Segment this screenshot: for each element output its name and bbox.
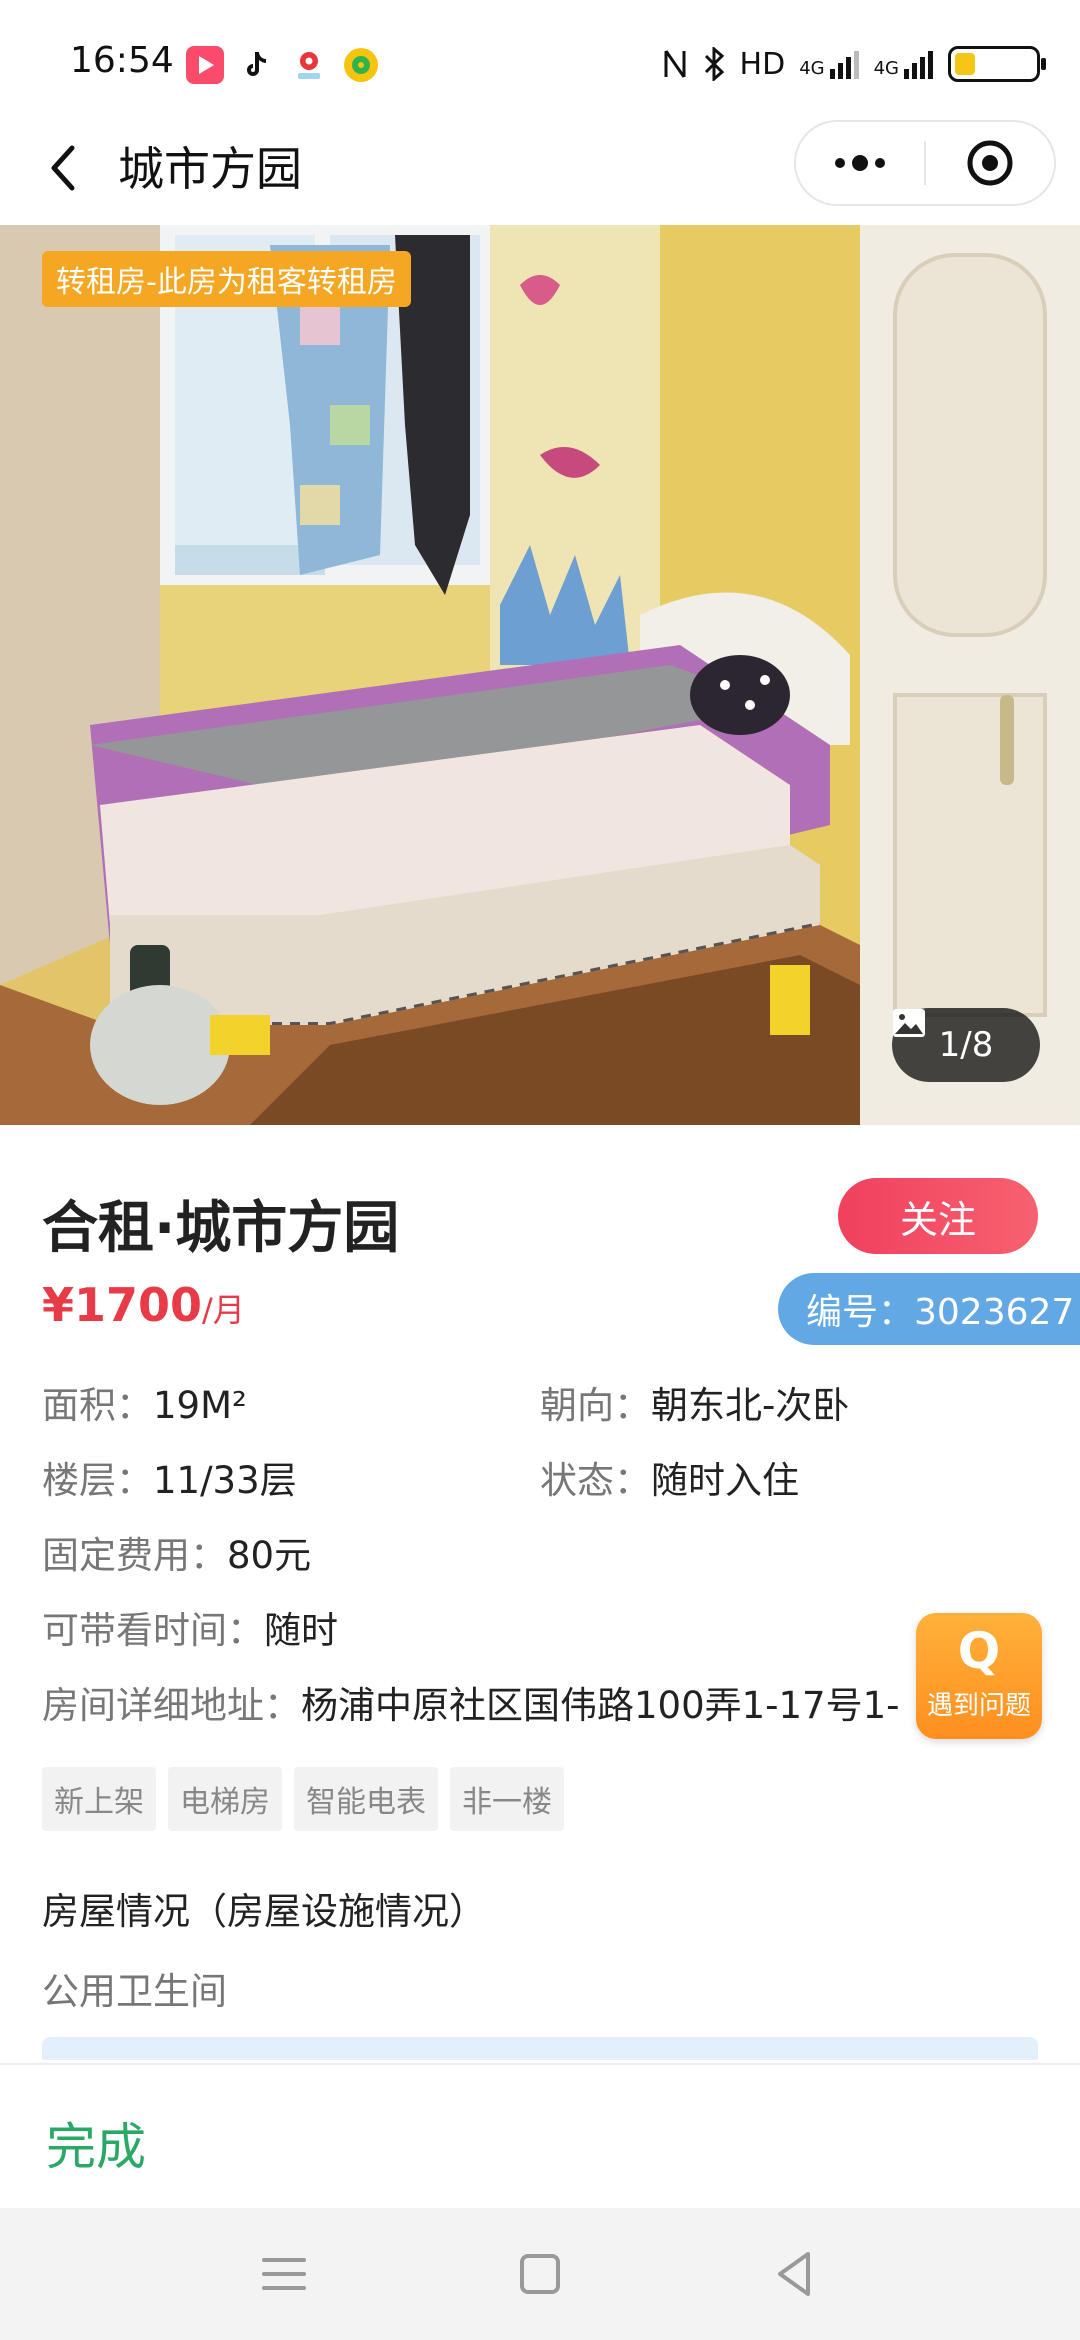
bottom-action-bar: 完成 xyxy=(0,2063,1080,2208)
attr-address: 房间详细地址：杨浦中原社区国伟路100弄1-17号1- xyxy=(42,1675,1042,1729)
home-square-icon[interactable] xyxy=(510,2246,570,2302)
map-pin-app-icon xyxy=(290,46,328,84)
more-button[interactable] xyxy=(796,122,924,204)
attr-viewing-time: 可带看时间：随时 xyxy=(42,1600,338,1654)
video-app-icon xyxy=(186,46,224,84)
status-bar: 16:54 HD 4G 4G xyxy=(0,0,1080,120)
attr-area-value: 19M² xyxy=(153,1384,247,1427)
music-app-icon xyxy=(342,46,380,84)
signal-4g-2: 4G xyxy=(874,49,934,79)
listing-id-badge: 编号：3023627 xyxy=(778,1273,1080,1345)
close-miniprogram-button[interactable] xyxy=(926,122,1054,204)
attr-address-key: 房间详细地址： xyxy=(42,1684,301,1727)
facilities-section-title: 房屋情况（房屋设施情况） xyxy=(42,1890,486,1933)
feature-tag: 智能电表 xyxy=(294,1767,438,1831)
tiktok-icon xyxy=(238,46,276,84)
attr-fee-key: 固定费用： xyxy=(42,1534,227,1577)
back-arrow-icon[interactable] xyxy=(40,138,90,198)
menu-icon[interactable] xyxy=(254,2246,314,2302)
target-close-icon xyxy=(967,140,1013,186)
notification-icons xyxy=(186,46,380,84)
price-amount: ¥1700 xyxy=(42,1278,203,1332)
price: ¥1700/月 xyxy=(42,1278,245,1332)
attr-status-key: 状态： xyxy=(540,1459,651,1502)
image-icon xyxy=(893,1009,925,1037)
miniprogram-capsule xyxy=(794,120,1056,206)
feature-tag: 非一楼 xyxy=(450,1767,564,1831)
feature-tags: 新上架 电梯房 智能电表 非一楼 xyxy=(42,1767,564,1831)
attr-status: 状态：随时入住 xyxy=(540,1450,799,1504)
listing-title: 合租·城市方园 xyxy=(42,1196,400,1261)
listing-details: 合租·城市方园 关注 ¥1700/月 编号：3023627 面积：19M² 朝向… xyxy=(0,1125,1080,2060)
network-label-1: 4G xyxy=(799,58,825,79)
room-photo-gallery[interactable]: 转租房-此房为租客转租房 1/8 xyxy=(0,225,1080,1125)
attr-floor: 楼层：11/33层 xyxy=(42,1450,297,1504)
battery-icon xyxy=(948,46,1046,82)
room-photo xyxy=(0,225,1080,1125)
help-label: 遇到问题 xyxy=(926,1691,1031,1721)
battery-fill xyxy=(955,53,975,75)
feature-tag: 新上架 xyxy=(42,1767,156,1831)
signal-4g-1: 4G xyxy=(799,49,859,79)
photo-counter-text: 1/8 xyxy=(938,1025,994,1065)
attr-orientation: 朝向：朝东北-次卧 xyxy=(540,1375,849,1429)
attr-fee-value: 80元 xyxy=(227,1534,312,1577)
report-problem-button[interactable]: Q 遇到问题 xyxy=(916,1613,1042,1739)
attr-area: 面积：19M² xyxy=(42,1375,247,1429)
system-nav-bar xyxy=(0,2208,1080,2340)
attr-viewing-key: 可带看时间： xyxy=(42,1609,264,1652)
sublet-tag: 转租房-此房为租客转租房 xyxy=(42,251,411,307)
more-dots-icon xyxy=(835,155,885,171)
status-time: 16:54 xyxy=(70,40,174,81)
attr-floor-value: 11/33层 xyxy=(153,1459,297,1502)
back-triangle-icon[interactable] xyxy=(766,2246,826,2302)
attr-orientation-key: 朝向： xyxy=(540,1384,651,1427)
follow-button[interactable]: 关注 xyxy=(838,1178,1038,1254)
nav-header: 城市方园 xyxy=(0,120,1080,225)
attr-fixed-fee: 固定费用：80元 xyxy=(42,1525,311,1579)
bluetooth-icon xyxy=(704,47,724,81)
network-label-2: 4G xyxy=(873,58,899,79)
info-box xyxy=(42,2037,1038,2060)
feature-tag: 电梯房 xyxy=(168,1767,282,1831)
signal-icon-1 xyxy=(829,51,859,79)
attr-status-value: 随时入住 xyxy=(651,1459,799,1502)
done-button[interactable]: 完成 xyxy=(46,2107,146,2179)
nfc-icon xyxy=(664,50,686,78)
signal-icon-2 xyxy=(904,51,933,79)
photo-counter[interactable]: 1/8 xyxy=(892,1008,1040,1082)
page-title: 城市方园 xyxy=(118,142,302,196)
price-unit: /月 xyxy=(202,1291,245,1329)
system-icons: HD 4G 4G xyxy=(662,46,1046,82)
facility-item: 公用卫生间 xyxy=(42,1970,227,2013)
help-icon: Q xyxy=(957,1622,1001,1680)
hd-indicator: HD xyxy=(739,46,786,82)
attr-floor-key: 楼层： xyxy=(42,1459,153,1502)
attr-address-value: 杨浦中原社区国伟路100弄1-17号1- xyxy=(301,1684,900,1727)
attr-area-key: 面积： xyxy=(42,1384,153,1427)
attr-orientation-value: 朝东北-次卧 xyxy=(651,1384,850,1427)
attr-viewing-value: 随时 xyxy=(264,1609,338,1652)
